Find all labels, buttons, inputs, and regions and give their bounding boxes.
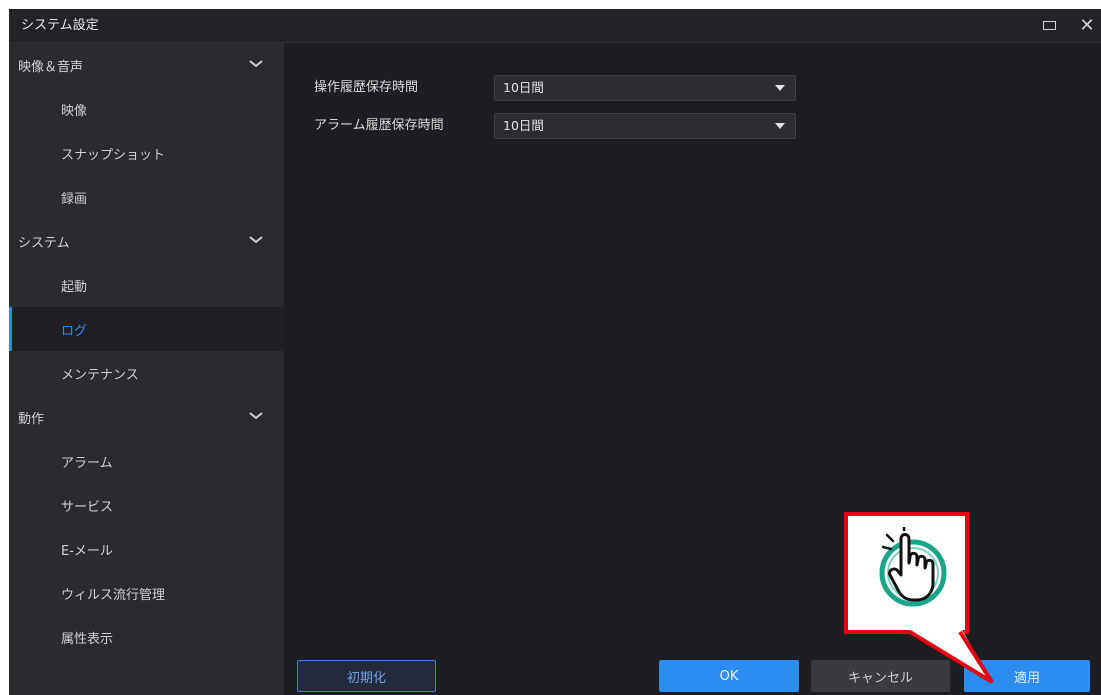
caret-down-icon [775, 85, 785, 91]
sidebar-item-label: 録画 [61, 191, 88, 207]
field-label: 操作履歴保存時間 [314, 80, 419, 95]
sidebar-group-label: 映像＆音声 [18, 59, 84, 75]
sidebar-group-system[interactable]: システム [9, 219, 284, 263]
sidebar-item-label: ウィルス流行管理 [61, 587, 166, 603]
select-value: 10日間 [503, 118, 544, 133]
title-bar: システム設定 ✕ [9, 9, 1101, 43]
chevron-down-icon [249, 60, 263, 68]
operation-log-retention-select[interactable]: 10日間 [494, 75, 796, 101]
sidebar-item-attribute-display[interactable]: 属性表示 [9, 615, 284, 659]
sidebar-item-email[interactable]: E-メール [9, 527, 284, 571]
sidebar-item-recording[interactable]: 録画 [9, 175, 284, 219]
alarm-log-retention-row: アラーム履歴保存時間 10日間 [314, 113, 814, 139]
sidebar-item-video[interactable]: 映像 [9, 87, 284, 131]
sidebar-group-behavior[interactable]: 動作 [9, 395, 284, 439]
maximize-icon [1042, 21, 1056, 30]
sidebar-item-label: ログ [61, 323, 88, 339]
sidebar-item-maintenance[interactable]: メンテナンス [9, 351, 284, 395]
log-settings-panel: 操作履歴保存時間 10日間 アラーム履歴保存時間 10日間 [284, 43, 1101, 658]
sidebar-group-video-audio[interactable]: 映像＆音声 [9, 43, 284, 87]
caret-down-icon [775, 123, 785, 129]
sidebar-item-label: 起動 [61, 279, 88, 295]
sidebar: 映像＆音声 映像 スナップショット 録画 システム 起動 ログ メンテナンス 動… [9, 43, 284, 695]
sidebar-item-label: 属性表示 [61, 631, 114, 647]
chevron-down-icon [249, 236, 263, 244]
sidebar-item-log[interactable]: ログ [9, 307, 284, 351]
sidebar-item-alarm[interactable]: アラーム [9, 439, 284, 483]
sidebar-group-label: 動作 [18, 411, 45, 427]
field-label: アラーム履歴保存時間 [314, 118, 444, 133]
pointing-hand-icon [879, 527, 947, 607]
active-indicator [9, 307, 12, 351]
sidebar-item-virus-management[interactable]: ウィルス流行管理 [9, 571, 284, 615]
operation-log-retention-row: 操作履歴保存時間 10日間 [314, 75, 814, 101]
sidebar-item-service[interactable]: サービス [9, 483, 284, 527]
close-icon: ✕ [1079, 15, 1095, 36]
sidebar-item-label: スナップショット [61, 147, 166, 163]
sidebar-item-label: サービス [61, 499, 114, 515]
sidebar-item-label: E-メール [61, 543, 113, 559]
chevron-down-icon [249, 412, 263, 420]
sidebar-item-label: アラーム [61, 455, 113, 471]
sidebar-item-label: メンテナンス [61, 367, 139, 383]
close-button[interactable]: ✕ [1073, 9, 1101, 42]
sidebar-item-label: 映像 [61, 103, 88, 119]
callout-pointer [908, 630, 994, 684]
ok-button[interactable]: OK [659, 660, 799, 692]
sidebar-item-snapshot[interactable]: スナップショット [9, 131, 284, 175]
select-value: 10日間 [503, 80, 544, 95]
sidebar-item-startup[interactable]: 起動 [9, 263, 284, 307]
maximize-button[interactable] [1035, 9, 1063, 42]
alarm-log-retention-select[interactable]: 10日間 [494, 113, 796, 139]
window-title: システム設定 [21, 18, 99, 33]
sidebar-group-label: システム [18, 235, 70, 251]
reset-button[interactable]: 初期化 [297, 660, 436, 692]
